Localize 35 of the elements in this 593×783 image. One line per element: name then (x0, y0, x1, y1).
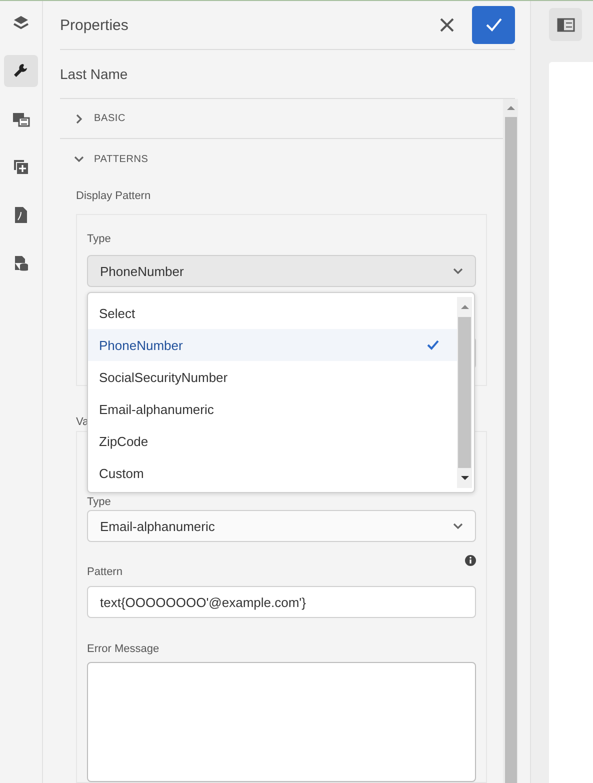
component-name: Last Name (60, 66, 128, 82)
section-header[interactable]: PATTERNS (60, 139, 503, 179)
confirm-button[interactable] (472, 6, 515, 44)
wrench-icon (12, 62, 30, 80)
info-icon (465, 555, 476, 566)
section-header[interactable]: BASIC (60, 99, 503, 139)
panel-layout-icon (556, 18, 574, 32)
add-page-icon (12, 158, 30, 176)
sidebar-tool-button[interactable] (4, 55, 38, 87)
pattern-input[interactable]: text{OOOOOOOO'@example.com'} (87, 586, 476, 618)
layers-icon (12, 14, 30, 32)
error-message-field[interactable] (87, 662, 476, 782)
field-label: Pattern (87, 566, 124, 578)
field-label: Type (87, 233, 112, 245)
scroll-up-icon (506, 104, 514, 112)
type-select[interactable]: PhoneNumber (87, 255, 476, 287)
check-icon (427, 340, 439, 350)
dropdown-option[interactable]: PhoneNumber (88, 329, 457, 361)
chevron-icon (453, 521, 463, 531)
document-icon (13, 206, 29, 224)
chevron-icon (453, 266, 463, 276)
field-label: Type (87, 496, 112, 508)
panel-title: Properties (60, 16, 130, 34)
chevron-icon (74, 154, 84, 164)
scroll-up-icon (460, 303, 468, 311)
type-select[interactable]: Email-alphanumeric (87, 510, 476, 542)
database-icon (12, 254, 30, 272)
field-label: Error Message (87, 643, 160, 655)
scroll-down-icon (460, 474, 468, 482)
sidebar-toggle-button[interactable] (549, 8, 582, 41)
media-icon (12, 110, 30, 128)
section-label: Display Pattern (76, 190, 152, 202)
close-icon (440, 18, 454, 32)
chevron-icon (74, 114, 84, 124)
check-icon (486, 18, 502, 32)
